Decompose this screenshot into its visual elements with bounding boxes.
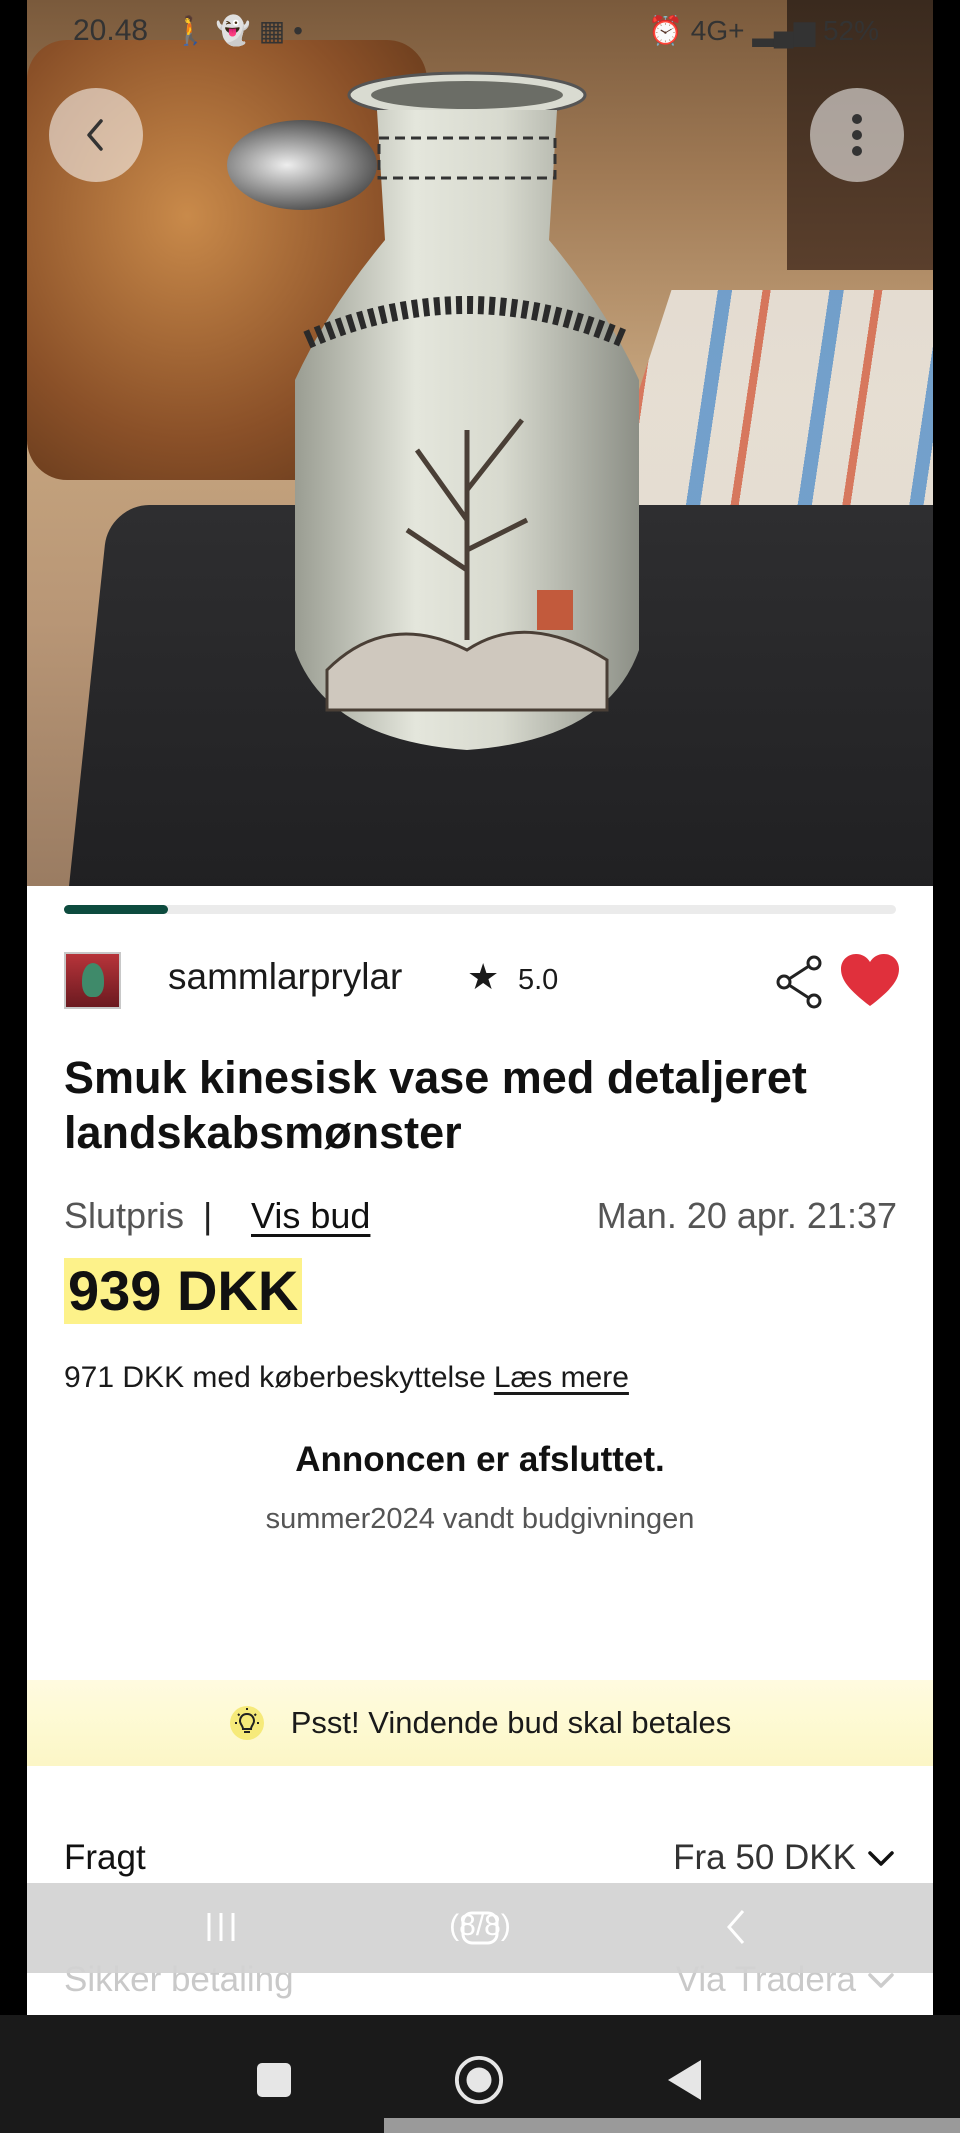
listing-title: Smuk kinesisk vase med detaljeret landsk… — [64, 1052, 807, 1158]
buyer-protection: 971 DKK med køberbeskyttelse Læs mere — [64, 1361, 629, 1395]
back-icon[interactable] — [713, 1903, 763, 1953]
end-date: Man. 20 apr. 21:37 — [596, 1195, 897, 1236]
alarm-icon: ⏰ — [648, 15, 683, 46]
gallery-overlay-bar: (8/8) — [27, 1883, 933, 1973]
status-bar: 20.48 🚶👻▦• ⏰ 4G+ ▂▄▆ 52% — [27, 0, 933, 64]
seller-rating: 5.0 — [518, 964, 559, 996]
payment-tip-text: Psst! Vindende bud skal betales — [290, 1705, 732, 1740]
final-price: 939 DKK — [64, 1258, 303, 1324]
buyer-protection-text: 971 DKK med køberbeskyttelse — [64, 1361, 486, 1394]
winner-text: summer2024 vandt budgivningen — [265, 1503, 695, 1535]
nav-recents-button[interactable] — [249, 2055, 299, 2105]
payment-tip-banner: Psst! Vindende bud skal betales — [27, 1680, 933, 1766]
view-bids-link[interactable]: Vis bud — [251, 1195, 370, 1237]
gallery-progress-fill — [64, 905, 168, 914]
final-price-label: Slutpris — [64, 1195, 185, 1236]
more-vertical-icon — [852, 114, 862, 156]
product-image[interactable]: 20.48 🚶👻▦• ⏰ 4G+ ▂▄▆ 52% — [27, 0, 933, 886]
gallery-progress — [64, 905, 896, 914]
status-system-icons: ⏰ 4G+ ▂▄▆ 52% — [648, 14, 879, 47]
read-more-link[interactable]: Læs mere — [494, 1361, 629, 1394]
back-button[interactable] — [49, 88, 143, 182]
share-icon[interactable] — [774, 954, 826, 1010]
seller-name[interactable]: sammlarprylar — [168, 956, 402, 998]
vase-illustration — [295, 71, 639, 750]
signal-icon: ▂▄▆ — [752, 15, 816, 46]
nav-home-button[interactable] — [454, 2055, 504, 2105]
square-icon — [257, 2063, 291, 2097]
favorite-heart-icon[interactable] — [839, 952, 901, 1010]
shipping-value: Fra 50 DKK — [673, 1838, 856, 1877]
seller-avatar[interactable] — [64, 952, 121, 1009]
nav-back-button[interactable] — [660, 2055, 710, 2105]
shipping-label: Fragt — [64, 1838, 146, 1877]
home-icon[interactable] — [455, 1903, 505, 1953]
triangle-back-icon — [668, 2060, 701, 2100]
app-screen: 20.48 🚶👻▦• ⏰ 4G+ ▂▄▆ 52% sammlarprylar ★… — [27, 0, 933, 2015]
recent-apps-icon[interactable] — [197, 1903, 247, 1953]
chevron-left-icon — [87, 119, 103, 151]
chevron-down-icon — [868, 1851, 894, 1866]
listing-ended-text: Annoncen er afsluttet. — [295, 1440, 665, 1479]
network-label: 4G+ — [690, 15, 745, 46]
status-time: 20.48 — [73, 14, 149, 47]
gesture-handle — [384, 2118, 960, 2133]
status-notification-icons: 🚶👻▦• — [173, 15, 311, 46]
circle-home-icon — [454, 2055, 504, 2105]
lightbulb-icon — [229, 1706, 264, 1740]
star-icon: ★ — [467, 956, 500, 997]
battery-label: 52% — [822, 15, 879, 46]
more-options-button[interactable] — [810, 88, 904, 182]
seller-row: sammlarprylar ★ 5.0 — [64, 950, 899, 1014]
meta-separator: | — [203, 1195, 213, 1236]
shipping-row[interactable]: Fragt Fra 50 DKK — [64, 1828, 896, 1888]
system-navigation-bar — [0, 2015, 960, 2133]
